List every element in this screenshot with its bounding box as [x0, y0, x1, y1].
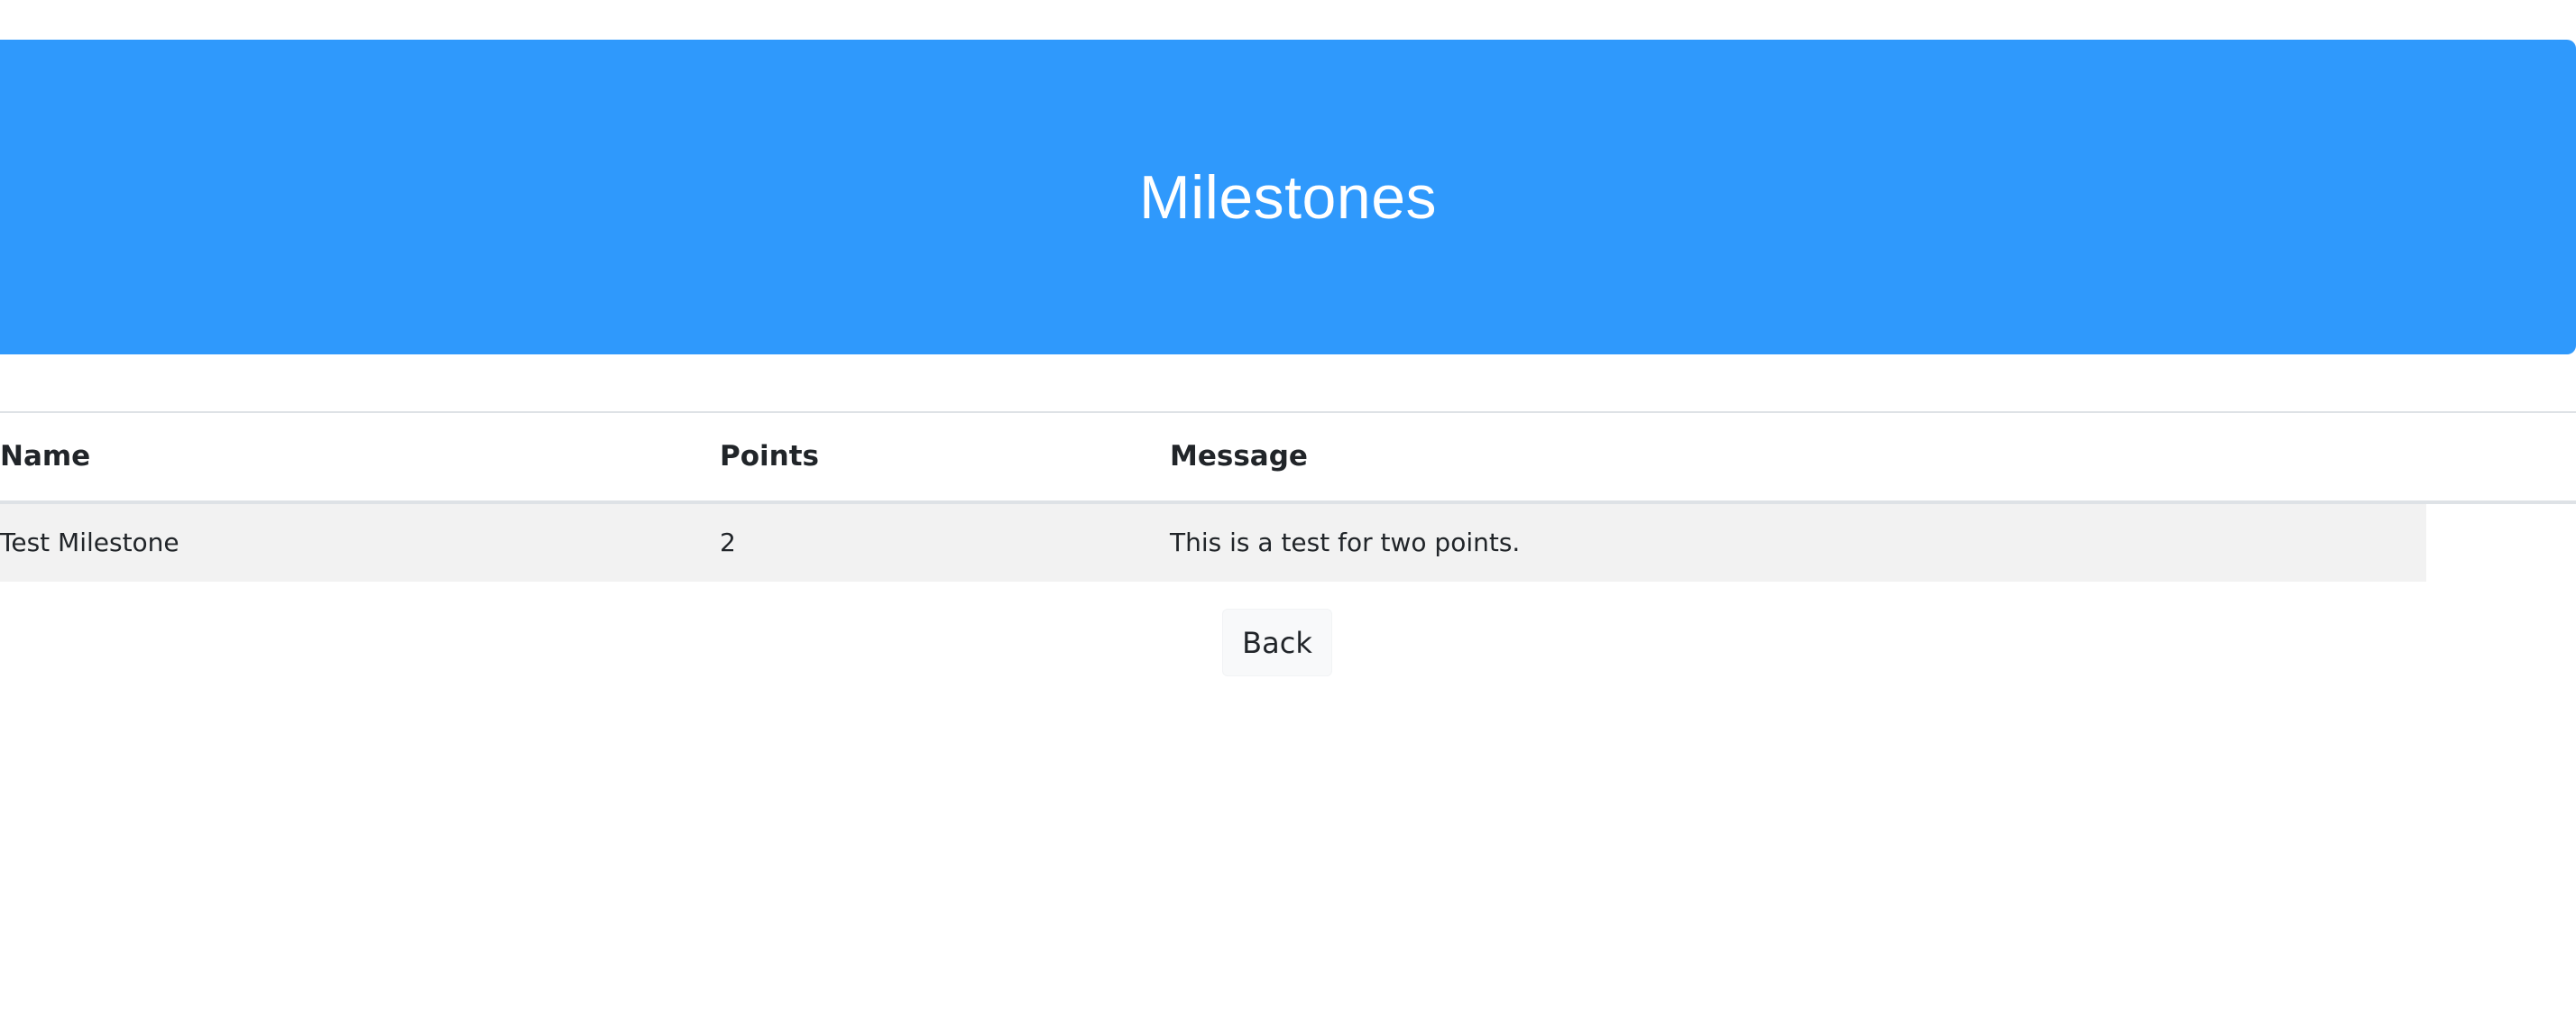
milestones-table: Name Points Message Test Milestone 2 Thi… — [0, 411, 2576, 582]
milestone-name-cell: Test Milestone — [0, 528, 179, 557]
table-header-row: Name Points Message — [0, 411, 2576, 504]
table-row: Test Milestone 2 This is a test for two … — [0, 504, 2426, 582]
milestone-points-cell: 2 — [720, 528, 736, 557]
column-header-message: Message — [1170, 440, 1308, 473]
column-header-points: Points — [720, 440, 819, 473]
column-header-name: Name — [0, 440, 91, 473]
page-header-banner: Milestones — [0, 40, 2576, 354]
milestone-message-cell: This is a test for two points. — [1170, 528, 1521, 557]
back-button[interactable]: Back — [1222, 609, 1332, 676]
page-title: Milestones — [1138, 162, 1438, 232]
